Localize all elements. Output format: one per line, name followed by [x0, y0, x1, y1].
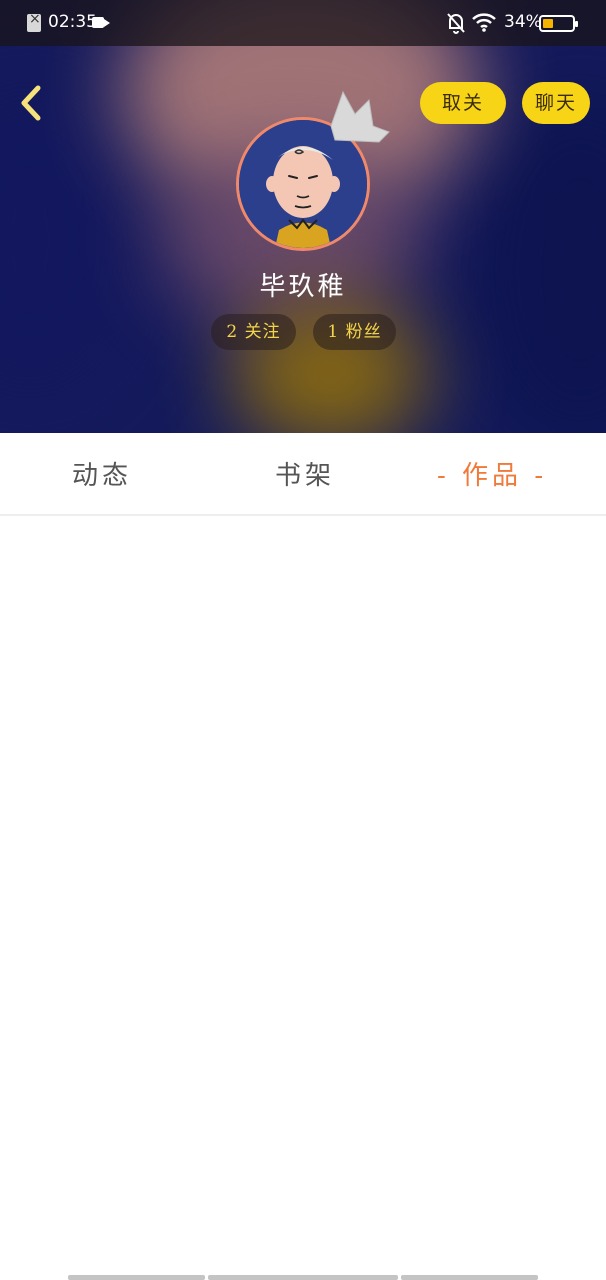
- crown-icon: [330, 90, 390, 143]
- back-arrow-icon[interactable]: [14, 82, 48, 124]
- nav-gesture-bar[interactable]: [208, 1275, 398, 1280]
- username: 毕玖稚: [259, 272, 347, 302]
- tab-dynamic[interactable]: 动态: [72, 455, 132, 492]
- battery-icon: [539, 15, 578, 32]
- following-count-badge[interactable]: 2 关注: [211, 314, 296, 350]
- tab-bookshelf[interactable]: 书架: [275, 455, 335, 492]
- chat-button[interactable]: 聊天: [522, 82, 590, 124]
- video-camera-icon: [92, 17, 110, 28]
- header-bg-blob: [470, 90, 606, 433]
- unfollow-button[interactable]: 取关: [420, 82, 506, 124]
- battery-fill: [543, 19, 553, 28]
- status-bar: 02:35 34%: [0, 0, 606, 46]
- nav-gesture-bar[interactable]: [68, 1275, 205, 1280]
- tab-works[interactable]: - 作品 -: [437, 455, 547, 492]
- status-time: 02:35: [48, 12, 97, 32]
- no-sim-icon: [27, 11, 41, 32]
- profile-header: 02:35 34% 取关 聊天: [0, 0, 606, 433]
- bell-muted-icon: [447, 13, 465, 34]
- wifi-icon: [472, 13, 496, 32]
- header-bg-blob: [0, 80, 140, 400]
- nav-gesture-bar[interactable]: [401, 1275, 538, 1280]
- tab-bar: 动态 书架 - 作品 -: [0, 433, 606, 516]
- fans-count-badge[interactable]: 1 粉丝: [313, 314, 396, 350]
- battery-percent: 34%: [504, 12, 542, 32]
- works-content-area: [0, 518, 606, 1258]
